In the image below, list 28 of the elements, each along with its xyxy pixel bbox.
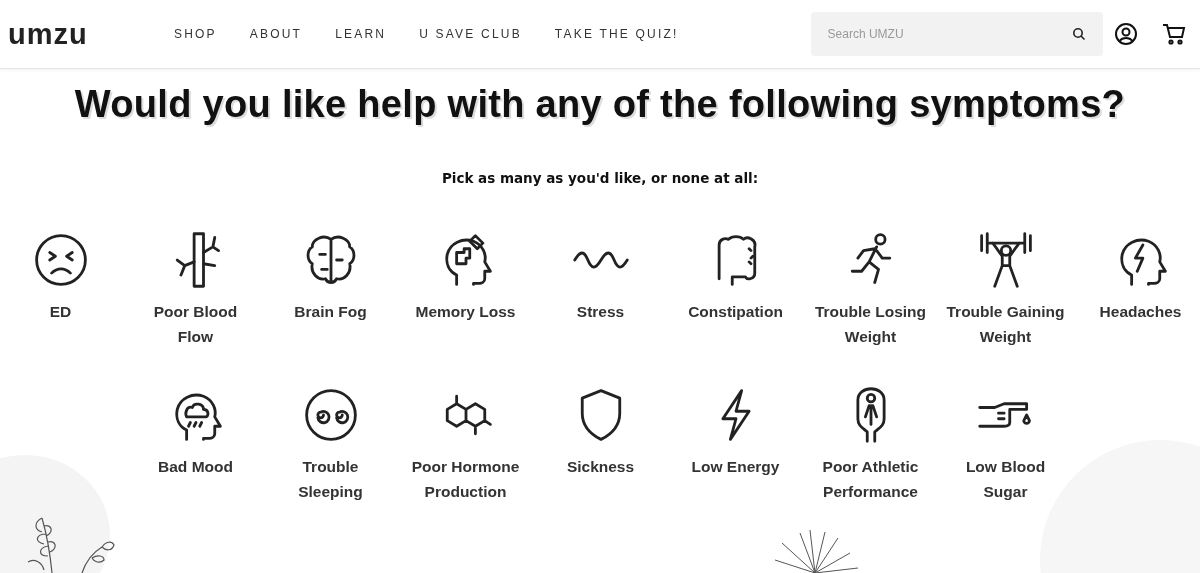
symptom-option[interactable]: Stress — [576, 300, 625, 325]
symptom-option[interactable]: Low Blood Sugar — [945, 455, 1066, 504]
account-icon[interactable] — [1114, 22, 1138, 46]
nav-link[interactable]: U SAVE CLUB — [419, 27, 522, 41]
nav-link[interactable]: TAKE THE QUIZ! — [554, 27, 679, 41]
symptom-option[interactable]: Trouble Sleeping — [270, 455, 391, 504]
symptom-option[interactable]: Bad Mood — [158, 455, 233, 480]
symptom-option[interactable]: Constipation — [688, 300, 783, 325]
symptom-option[interactable]: Trouble Losing Weight — [810, 300, 931, 349]
nav-link[interactable]: ABOUT — [249, 27, 303, 41]
logo[interactable]: umzu — [8, 17, 174, 51]
symptom-option[interactable]: Memory Loss — [415, 300, 516, 325]
symptom-option[interactable]: Trouble Gaining Weight — [945, 300, 1066, 349]
symptom-option[interactable]: Poor Hormone Production — [405, 455, 526, 504]
search-field[interactable]: Search UMZU — [810, 12, 1103, 56]
symptom-option[interactable]: Poor Athletic Performance — [810, 455, 931, 504]
symptom-option[interactable]: Sickness — [566, 455, 635, 480]
question-title: Would you like help with any of the following symptoms? — [74, 83, 1126, 126]
instruction-text: Pick as many as you'd like, or none at all: — [441, 170, 759, 186]
cart-icon[interactable] — [1162, 22, 1186, 46]
search-icon[interactable] — [1071, 27, 1086, 41]
symptom-option[interactable]: Headaches — [1099, 300, 1182, 325]
nav-link[interactable]: SHOP — [174, 27, 217, 41]
symptom-option[interactable]: ED — [49, 300, 72, 325]
symptom-option[interactable]: Brain Fog — [294, 300, 367, 325]
nav-link[interactable]: LEARN — [335, 27, 387, 41]
symptom-option[interactable]: Poor Blood Flow — [135, 300, 256, 349]
symptom-option[interactable]: Low Energy — [691, 455, 780, 480]
